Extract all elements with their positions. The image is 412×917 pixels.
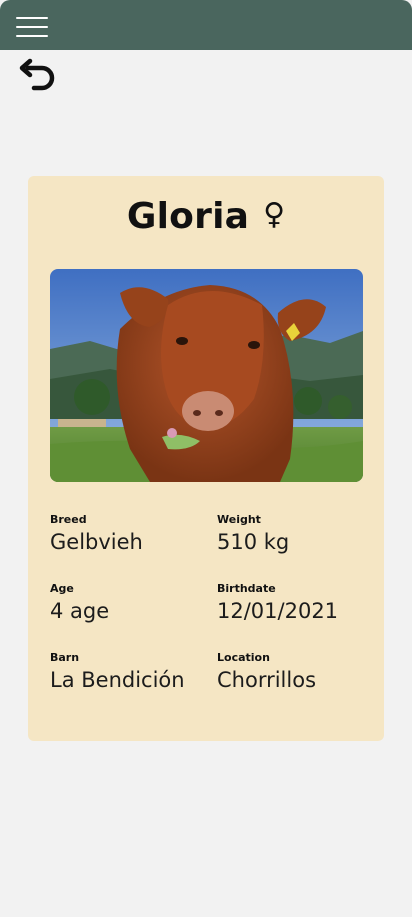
location-value: Chorrillos xyxy=(217,668,317,692)
location-field: Location Chorrillos xyxy=(217,651,377,694)
animal-detail-screen: Gloria ♀ Breed Gelbvieh Weight 510 kg Ag… xyxy=(0,0,412,917)
barn-label: Barn xyxy=(50,651,80,664)
breed-value: Gelbvieh xyxy=(50,530,143,554)
animal-card: Gloria ♀ Breed Gelbvieh Weight 510 kg Ag… xyxy=(28,176,384,741)
weight-label: Weight xyxy=(217,513,261,526)
birthdate-label: Birthdate xyxy=(217,582,276,595)
breed-label: Breed xyxy=(50,513,87,526)
top-app-bar xyxy=(0,0,412,50)
location-label: Location xyxy=(217,651,270,664)
female-sex-icon: ♀ xyxy=(263,197,286,232)
weight-field: Weight 510 kg xyxy=(217,513,377,556)
hamburger-menu-icon[interactable] xyxy=(16,17,48,37)
animal-photo xyxy=(50,269,363,482)
animal-title-row: Gloria ♀ xyxy=(28,194,384,238)
birthdate-value: 12/01/2021 xyxy=(217,599,339,623)
age-label: Age xyxy=(50,582,74,595)
animal-name: Gloria xyxy=(126,195,250,237)
barn-field: Barn La Bendición xyxy=(50,651,210,694)
birthdate-field: Birthdate 12/01/2021 xyxy=(217,582,377,625)
breed-field: Breed Gelbvieh xyxy=(50,513,210,556)
weight-value: 510 kg xyxy=(217,530,290,554)
age-value: 4 age xyxy=(50,599,110,623)
back-arrow-icon[interactable] xyxy=(14,58,58,94)
barn-value: La Bendición xyxy=(50,668,185,692)
age-field: Age 4 age xyxy=(50,582,210,625)
